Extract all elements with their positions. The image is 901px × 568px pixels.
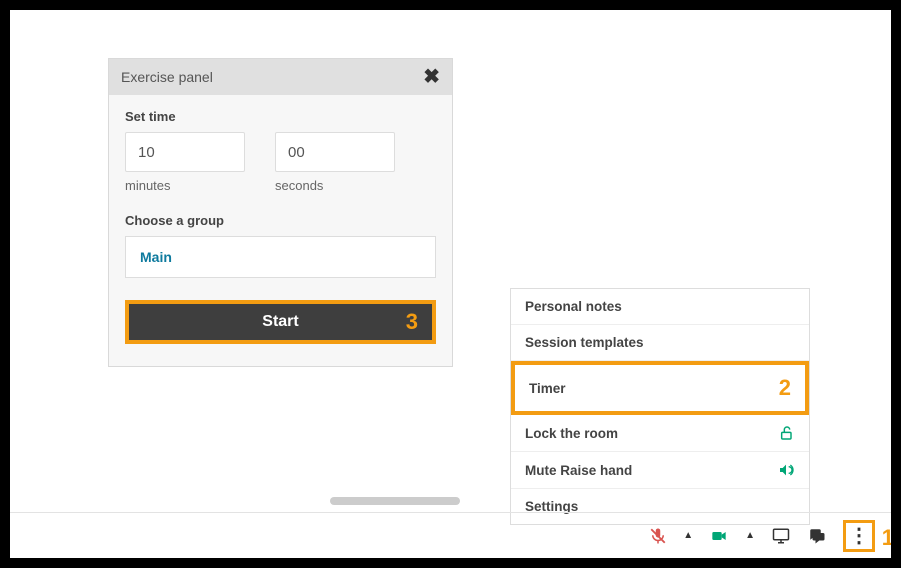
menu-item-label: Session templates [525,335,644,350]
annotation-3: 3 [406,309,418,335]
group-select[interactable]: Main [125,236,436,278]
menu-personal-notes[interactable]: Personal notes [511,289,809,325]
more-button[interactable]: ⋮ 1 [843,520,875,552]
unlock-icon [779,425,795,441]
menu-item-label: Personal notes [525,299,622,314]
menu-item-label: Lock the room [525,426,618,441]
app-frame: Exercise panel ✖ Set time minutes second… [0,0,901,568]
seconds-input[interactable] [275,132,395,172]
panel-title: Exercise panel [121,69,213,85]
horizontal-scrollbar[interactable] [330,497,460,505]
annotation-1: 1 [882,525,894,551]
start-button-label: Start [262,313,298,331]
minutes-input[interactable] [125,132,245,172]
volume-icon [777,462,795,478]
minutes-col: minutes [125,132,245,193]
camera-icon[interactable] [709,528,729,544]
annotation-2: 2 [779,375,791,401]
group-label: Choose a group [125,213,436,228]
camera-caret-icon[interactable]: ▲ [745,530,755,541]
close-icon[interactable]: ✖ [423,67,440,87]
start-button[interactable]: Start 3 [125,300,436,344]
menu-item-label: Timer [529,381,566,396]
chat-icon[interactable] [807,527,827,545]
menu-item-label: Mute Raise hand [525,463,632,478]
menu-lock-room[interactable]: Lock the room [511,415,809,452]
seconds-col: seconds [275,132,395,193]
menu-timer[interactable]: Timer 2 [511,361,809,415]
minutes-label: minutes [125,178,245,193]
panel-header: Exercise panel ✖ [109,59,452,95]
menu-session-templates[interactable]: Session templates [511,325,809,361]
time-row: minutes seconds [125,132,436,193]
seconds-label: seconds [275,178,395,193]
exercise-panel: Exercise panel ✖ Set time minutes second… [108,58,453,367]
mic-off-icon[interactable] [649,527,667,545]
screen-share-icon[interactable] [771,527,791,545]
menu-mute-raise-hand[interactable]: Mute Raise hand [511,452,809,489]
bottom-toolbar: ▲ ▲ ⋮ 1 [10,512,891,558]
more-menu: Personal notes Session templates Timer 2… [510,288,810,525]
mic-caret-icon[interactable]: ▲ [683,530,693,541]
set-time-label: Set time [125,109,436,124]
more-icon: ⋮ [849,523,869,548]
panel-body: Set time minutes seconds Choose a group … [109,95,452,366]
